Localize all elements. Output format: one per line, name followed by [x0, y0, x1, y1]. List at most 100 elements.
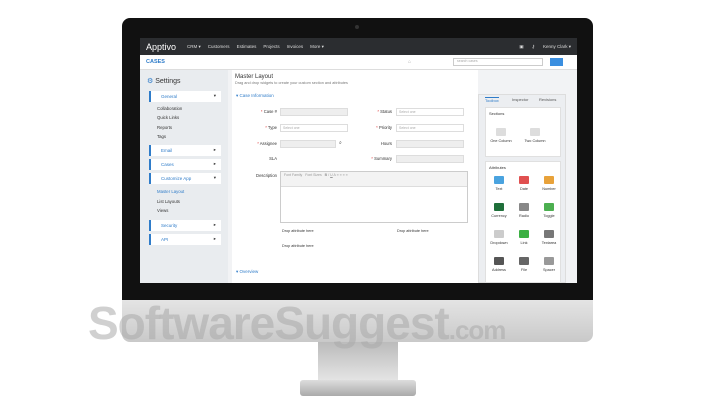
editor-toolbar: Font Family Font Sizes B I U A ≡ ≡ ≡ ≡ — [281, 172, 467, 187]
sections-box: Sections One Column Two Column — [485, 107, 561, 157]
status-select[interactable]: Select one — [396, 108, 464, 116]
widget-address[interactable]: Address — [488, 257, 510, 272]
font-family-select[interactable]: Font Family — [284, 173, 302, 177]
search-icon[interactable]: ⌕ — [339, 140, 342, 146]
assignee-field[interactable] — [280, 140, 336, 148]
user-menu[interactable]: Kenny Clark ▾ — [543, 44, 571, 50]
label: Cases — [161, 162, 174, 167]
label: General — [161, 94, 178, 99]
app-title[interactable]: CASES — [146, 59, 165, 65]
drop-zone[interactable]: Drop attribute here — [282, 229, 314, 233]
section-label: Case Information — [239, 93, 274, 98]
calendar-icon[interactable]: ▣ — [519, 44, 523, 50]
widget-text[interactable]: Text — [488, 176, 510, 191]
label: Spacer — [542, 268, 556, 272]
nav-invoices[interactable]: Invoices — [287, 44, 304, 49]
two-column-icon — [530, 128, 540, 136]
label-status: * Status — [377, 109, 392, 114]
sidebar-item-general[interactable]: General ▾ — [149, 91, 221, 102]
chevron-down-icon: ▾ — [213, 93, 216, 98]
widget-currency[interactable]: Currency — [488, 203, 510, 218]
font-size-select[interactable]: Font Sizes — [305, 173, 322, 177]
sidebar-sub-tags[interactable]: Tags — [157, 134, 166, 139]
monitor-foot — [300, 380, 416, 396]
label: API — [161, 237, 169, 242]
label: Address — [492, 268, 506, 272]
widget-textarea[interactable]: Textarea — [538, 230, 560, 245]
label-priority: * Priority — [376, 125, 392, 130]
nav-customers[interactable]: Customers — [208, 44, 230, 49]
widget-number[interactable]: Number — [538, 176, 560, 191]
sidebar-sub-quick-links[interactable]: Quick Links — [157, 115, 179, 120]
label-case: * Case # — [260, 109, 277, 114]
text: Priority — [378, 125, 392, 130]
sidebar-item-customize-app[interactable]: Customize App ▾ — [149, 173, 221, 184]
text: Summary — [374, 156, 392, 161]
sidebar-item-cases[interactable]: Cases ▸ — [149, 159, 221, 170]
link-icon — [519, 230, 529, 238]
sidebar-sub-views[interactable]: Views — [157, 208, 168, 213]
label-hours: Hours — [352, 141, 392, 146]
sidebar-title-text: Settings — [155, 78, 181, 85]
attributes-title: Attributes — [489, 165, 506, 170]
widget-dropdown[interactable]: Dropdown — [488, 230, 510, 245]
camera-icon — [355, 25, 359, 29]
label-type: * Type — [265, 125, 277, 130]
drop-zone[interactable]: Drop attribute here — [282, 244, 314, 248]
search-button[interactable] — [550, 58, 563, 66]
description-editor[interactable]: Font Family Font Sizes B I U A ≡ ≡ ≡ ≡ — [280, 171, 468, 223]
label: Toggle — [543, 214, 555, 218]
chevron-right-icon: ▸ — [213, 236, 216, 241]
sidebar-sub-master-layout[interactable]: Master Layout — [157, 189, 184, 194]
text: Description — [256, 173, 277, 178]
screen: Apptivo CRM ▾ Customers Estimates Projec… — [140, 38, 577, 283]
file-icon — [519, 257, 529, 265]
home-icon[interactable]: ⌂ — [408, 59, 411, 65]
tab-revisions[interactable]: Revisions — [539, 97, 556, 102]
text: Assignee — [259, 141, 277, 146]
hours-field[interactable] — [396, 140, 464, 148]
sidebar-item-api[interactable]: API ▸ — [149, 234, 221, 245]
drop-zone[interactable]: Drop attribute here — [397, 229, 429, 233]
widget-one-column[interactable]: One Column — [490, 128, 512, 143]
widget-toggle[interactable]: Toggle — [538, 203, 560, 218]
widget-link[interactable]: Link — [513, 230, 535, 245]
key-icon[interactable]: ⚷ — [532, 44, 535, 50]
nav-more[interactable]: More ▾ — [310, 44, 324, 50]
case-number-field[interactable] — [280, 108, 348, 116]
label-assignee: * Assignee — [257, 141, 277, 146]
priority-select[interactable]: Select one — [396, 124, 464, 132]
text-icon — [494, 176, 504, 184]
nav-projects[interactable]: Projects — [263, 44, 279, 49]
widget-spacer[interactable]: Spacer — [538, 257, 560, 272]
sidebar-item-security[interactable]: Security ▸ — [149, 220, 221, 231]
dropdown-icon — [494, 230, 504, 238]
widget-date[interactable]: Date — [513, 176, 535, 191]
nav-crm[interactable]: CRM ▾ — [187, 44, 201, 50]
chevron-right-icon: ▸ — [213, 222, 216, 227]
toolbox-panel: Toolbox Inspector Revisions Sections One… — [478, 94, 566, 283]
widget-two-column[interactable]: Two Column — [524, 128, 546, 143]
nav-estimates[interactable]: Estimates — [237, 44, 257, 49]
label: Customize App — [161, 176, 192, 181]
tab-toolbox[interactable]: Toolbox — [485, 97, 499, 103]
label: Link — [520, 241, 528, 245]
sidebar-item-email[interactable]: Email ▸ — [149, 145, 221, 156]
section-case-information[interactable]: ▾ Case Information — [236, 93, 274, 99]
page-subtitle: Drag and drop widgets to create your cus… — [235, 81, 348, 85]
label-summary: * Summary — [371, 156, 392, 161]
tab-inspector[interactable]: Inspector — [512, 97, 528, 102]
summary-field[interactable] — [396, 155, 464, 163]
label: One Column — [490, 139, 512, 143]
sidebar-sub-list-layouts[interactable]: List Layouts — [157, 199, 180, 204]
label: Two Column — [524, 139, 546, 143]
sidebar-sub-reports[interactable]: Reports — [157, 125, 172, 130]
sidebar-sub-collaboration[interactable]: Collaboration — [157, 106, 182, 111]
type-select[interactable]: Select one — [280, 124, 348, 132]
search-input[interactable]: search cases — [453, 58, 543, 66]
text: Type — [267, 125, 277, 130]
section-overview[interactable]: ▾ Overview — [236, 269, 258, 275]
widget-file[interactable]: File — [513, 257, 535, 272]
logo[interactable]: Apptivo — [146, 42, 176, 52]
widget-radio[interactable]: Radio — [513, 203, 535, 218]
